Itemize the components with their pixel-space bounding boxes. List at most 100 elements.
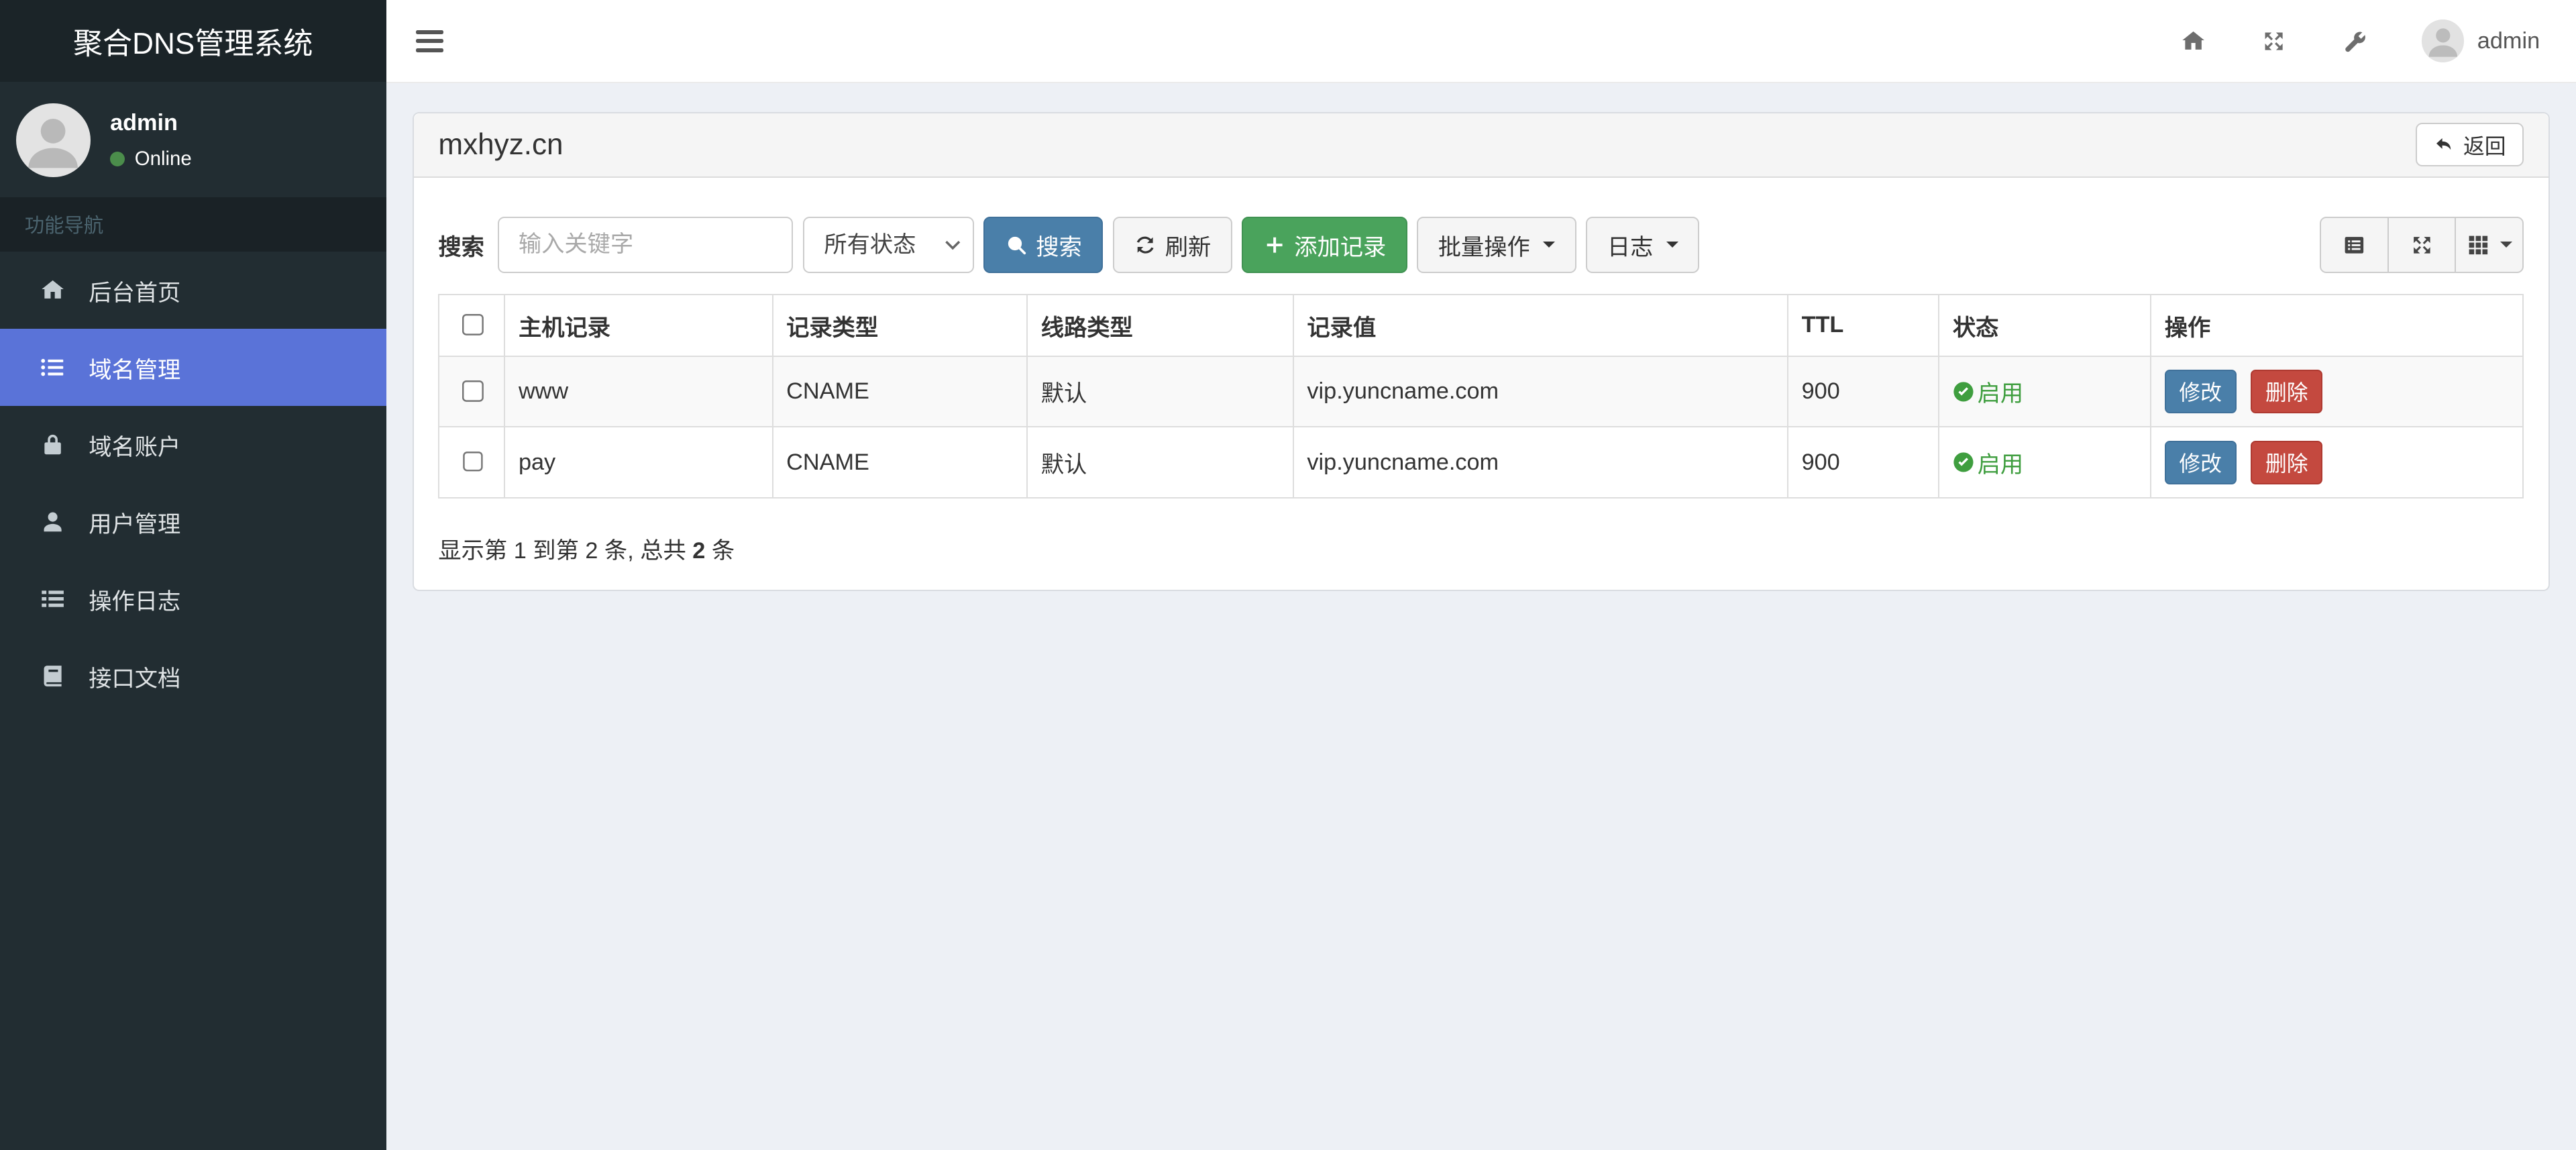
edit-button[interactable]: 修改: [2164, 440, 2237, 484]
th-list-icon: [36, 586, 69, 612]
pagination-total: 2: [692, 538, 706, 564]
table-row: pay CNAME 默认 vip.yuncname.com 900 启用 修改 …: [438, 426, 2524, 499]
navbar-username: admin: [2477, 28, 2540, 54]
column-header-actions: 操作: [2150, 294, 2524, 357]
search-input[interactable]: [497, 217, 794, 273]
top-navbar: admin: [386, 0, 2576, 84]
wrench-icon[interactable]: [2341, 28, 2367, 54]
navbar-user-menu[interactable]: admin: [2421, 19, 2540, 63]
sidebar-item-domain-accounts[interactable]: 域名账户: [0, 406, 386, 483]
back-button[interactable]: 返回: [2416, 123, 2524, 166]
cell-line: 默认: [1026, 355, 1294, 428]
cell-ttl: 900: [1786, 426, 1940, 499]
column-header-value: 记录值: [1292, 294, 1788, 357]
log-dropdown-button[interactable]: 日志: [1586, 217, 1700, 273]
edit-button[interactable]: 修改: [2164, 370, 2237, 413]
select-all-checkbox[interactable]: [462, 314, 484, 336]
sidebar: 聚合DNS管理系统 admin Online 功能导航 后台首页 域名管理 域名…: [0, 0, 386, 1150]
status-filter-select[interactable]: 所有状态: [803, 217, 974, 273]
delete-button[interactable]: 删除: [2251, 440, 2323, 484]
list-alt-icon: [2345, 236, 2364, 254]
sidebar-item-users[interactable]: 用户管理: [0, 483, 386, 560]
search-icon: [1008, 236, 1026, 254]
toolbar: 搜索 所有状态 搜索: [438, 217, 2524, 273]
status-label: 启用: [1977, 381, 2024, 407]
cell-ttl: 900: [1786, 355, 1940, 428]
pagination-prefix: 显示第 1 到第 2 条, 总共: [438, 538, 693, 564]
add-record-button[interactable]: 添加记录: [1242, 217, 1407, 273]
sidebar-item-dashboard[interactable]: 后台首页: [0, 252, 386, 329]
add-record-label: 添加记录: [1294, 234, 1387, 260]
pagination-suffix: 条: [705, 538, 735, 564]
app-logo: 聚合DNS管理系统: [0, 0, 386, 83]
user-status: Online: [110, 148, 192, 170]
status-label: 启用: [1977, 452, 2024, 478]
column-header-status: 状态: [1938, 294, 2152, 357]
back-button-label: 返回: [2463, 134, 2506, 158]
delete-button[interactable]: 删除: [2251, 370, 2323, 413]
sidebar-item-label: 接口文档: [89, 666, 181, 692]
cell-value: vip.yuncname.com: [1292, 355, 1788, 428]
fullscreen-table-button[interactable]: [2387, 217, 2457, 273]
panel-heading: mxhyz.cn 返回: [413, 113, 2548, 178]
cell-type: CNAME: [771, 355, 1028, 428]
search-label: 搜索: [438, 234, 484, 260]
sidebar-item-domains[interactable]: 域名管理: [0, 329, 386, 407]
table-view-controls: [2320, 217, 2524, 273]
row-checkbox[interactable]: [462, 451, 484, 473]
domain-records-panel: mxhyz.cn 返回 搜索 所有状态: [412, 111, 2550, 591]
caret-down-icon: [1543, 242, 1556, 248]
online-dot-icon: [110, 152, 125, 167]
sidebar-item-logs[interactable]: 操作日志: [0, 560, 386, 637]
table-header-row: 主机记录 记录类型 线路类型 记录值 TTL 状态 操作: [438, 294, 2524, 357]
app-window: 聚合DNS管理系统 admin Online 功能导航 后台首页 域名管理 域名…: [0, 0, 2576, 1150]
detail-view-button[interactable]: [2320, 217, 2390, 273]
lock-icon: [36, 431, 69, 458]
sidebar-item-label: 操作日志: [89, 588, 181, 615]
log-dropdown-label: 日志: [1607, 234, 1654, 260]
sidebar-item-label: 后台首页: [89, 280, 181, 306]
user-info: admin Online: [110, 110, 192, 170]
refresh-button[interactable]: 刷新: [1112, 217, 1232, 273]
user-name: admin: [110, 110, 178, 136]
page-title: mxhyz.cn: [438, 127, 564, 161]
user-status-label: Online: [134, 148, 192, 170]
fullscreen-icon[interactable]: [2261, 28, 2287, 54]
book-icon: [36, 663, 69, 689]
batch-actions-button[interactable]: 批量操作: [1417, 217, 1576, 273]
cell-host: www: [504, 355, 773, 428]
sidebar-user-panel: admin Online: [0, 82, 386, 197]
sidebar-item-api-docs[interactable]: 接口文档: [0, 637, 386, 715]
menu-toggle-icon[interactable]: [415, 30, 444, 52]
column-header-line: 线路类型: [1026, 294, 1294, 357]
fullscreen-icon: [2414, 236, 2430, 254]
search-button-label: 搜索: [1036, 234, 1082, 260]
columns-toggle-button[interactable]: [2455, 217, 2524, 273]
home-icon[interactable]: [2180, 28, 2206, 54]
user-avatar: [16, 103, 91, 178]
row-checkbox[interactable]: [462, 380, 484, 402]
sidebar-section-header: 功能导航: [0, 197, 386, 252]
batch-actions-label: 批量操作: [1438, 234, 1530, 260]
plus-icon: [1267, 237, 1283, 253]
avatar: [2421, 19, 2465, 63]
search-button[interactable]: 搜索: [983, 217, 1104, 273]
column-header-host: 主机记录: [504, 294, 773, 357]
home-icon: [36, 277, 69, 303]
sidebar-item-label: 域名管理: [89, 357, 181, 383]
reply-icon: [2436, 138, 2451, 150]
columns-icon: [2469, 236, 2488, 254]
check-circle-icon: [1953, 381, 1974, 402]
table-row: www CNAME 默认 vip.yuncname.com 900 启用 修改 …: [438, 355, 2524, 428]
refresh-icon: [1136, 236, 1154, 254]
status-badge: 启用: [1953, 374, 2137, 408]
list-icon: [36, 354, 69, 380]
caret-down-icon: [1666, 242, 1678, 248]
cell-type: CNAME: [771, 426, 1028, 499]
status-filter-wrap: 所有状态: [803, 217, 974, 273]
refresh-button-label: 刷新: [1165, 234, 1212, 260]
user-icon: [36, 509, 69, 535]
sidebar-item-label: 域名账户: [89, 434, 181, 460]
status-badge: 启用: [1953, 446, 2137, 479]
column-header-ttl: TTL: [1786, 294, 1940, 357]
